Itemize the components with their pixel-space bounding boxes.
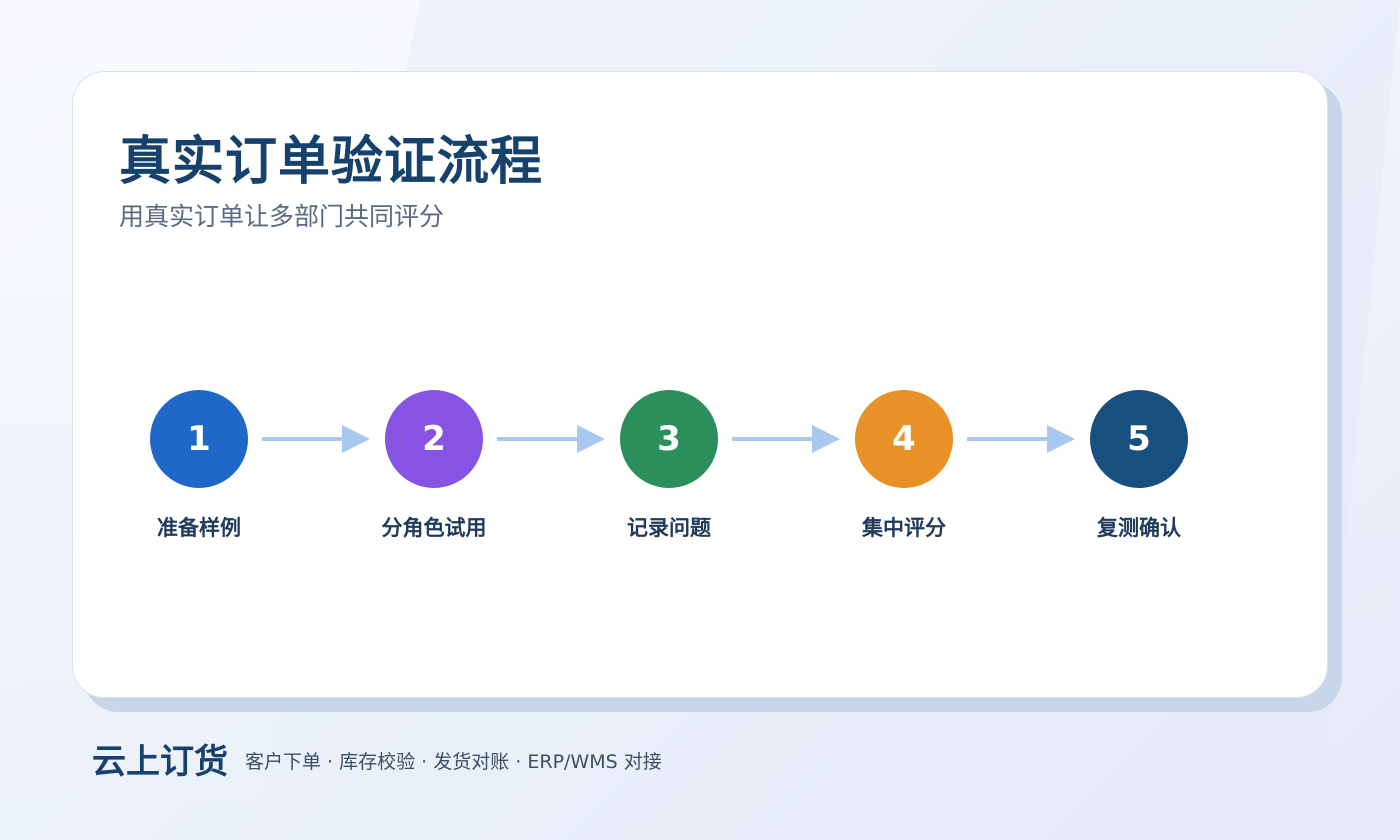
process-step-3: 3 记录问题 [589,390,749,542]
step-label: 分角色试用 [381,516,487,540]
footer-tagline: 客户下单 · 库存校验 · 发货对账 · ERP/WMS 对接 [245,751,662,773]
page-subtitle: 用真实订单让多部门共同评分 [119,202,445,231]
step-label: 复测确认 [1097,516,1181,540]
step-number-circle: 2 [385,390,483,488]
step-number: 3 [657,419,681,459]
process-step-5: 5 复测确认 [1059,390,1219,542]
page-title: 真实订单验证流程 [119,132,544,192]
step-label: 记录问题 [627,516,711,540]
step-number: 2 [422,419,446,459]
step-number-circle: 1 [150,390,248,488]
step-number-circle: 3 [620,390,718,488]
step-label: 集中评分 [862,516,946,540]
step-number-circle: 4 [855,390,953,488]
step-label: 准备样例 [157,516,241,540]
step-number-circle: 5 [1090,390,1188,488]
footer-brand: 云上订货 [92,742,228,782]
step-number: 1 [187,419,211,459]
process-step-1: 1 准备样例 [119,390,279,542]
step-number: 4 [892,419,916,459]
process-step-2: 2 分角色试用 [354,390,514,542]
step-number: 5 [1127,419,1151,459]
process-step-4: 4 集中评分 [824,390,984,542]
process-card: 真实订单验证流程 用真实订单让多部门共同评分 1 准备样例 2 分角色试用 3 … [72,71,1328,698]
